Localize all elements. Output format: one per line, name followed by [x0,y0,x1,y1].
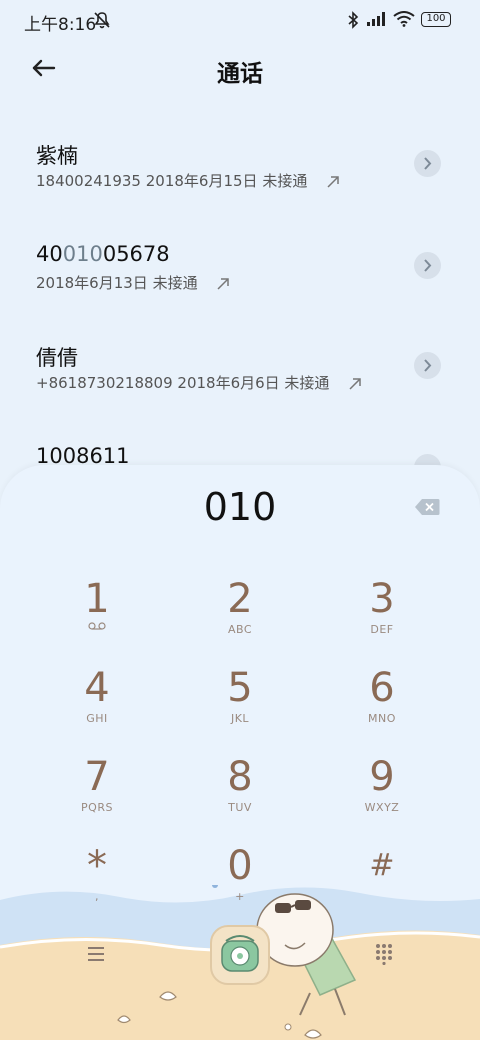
contact-name: 倩倩 [36,346,78,370]
dial-key-6[interactable]: 6 MNO [322,666,442,746]
chevron-right-icon [424,359,432,372]
dial-key-8[interactable]: 8 TUV [180,755,300,835]
outgoing-call-icon [217,277,230,290]
call-details: 18400241935 2018年6月15日 未接通 [36,172,308,190]
contact-name: 4001005678 [36,242,170,266]
call-list-item[interactable]: 倩倩 +8618730218809 2018年6月6日 未接通 [0,342,480,442]
detail-button[interactable] [414,252,441,279]
key-letters: JKL [230,712,250,725]
contact-name: 紫楠 [36,144,78,168]
key-letters: GHI [86,712,108,725]
battery-level: 100 [426,13,446,24]
key-digit: 7 [84,754,110,800]
key-letters: DEF [370,623,394,636]
status-time: 上午8:16 [24,15,97,35]
key-digit: * [87,843,107,889]
key-digit: 2 [227,576,253,622]
number-match-highlight: 010 [62,242,103,266]
signal-icon [367,12,385,26]
dial-key-star[interactable]: * , [37,844,157,924]
dial-key-3[interactable]: 3 DEF [322,577,442,657]
outgoing-call-icon [349,377,361,390]
dialpad-panel: 010 1 2 ABC 3 DEF 4 GHI 5 JKL 6 MNO 7 PQ… [0,465,480,1040]
key-letters: ABC [227,623,253,636]
key-digit: # [369,848,395,883]
detail-button[interactable] [414,150,441,177]
dial-key-hash[interactable]: # [322,844,442,924]
key-letters: , [95,890,99,903]
key-digit: 8 [227,754,253,800]
key-letters: WXYZ [364,801,400,814]
bluetooth-icon [348,11,359,29]
dial-key-0[interactable]: 0 + [180,844,300,924]
dialed-number: 010 [203,485,277,529]
voicemail-icon [88,622,106,630]
chevron-right-icon [424,259,432,272]
dial-key-7[interactable]: 7 PQRS [37,755,157,835]
dial-key-5[interactable]: 5 JKL [180,666,300,746]
outgoing-call-icon [327,175,339,188]
key-digit: 4 [84,665,110,711]
backspace-icon[interactable] [414,498,440,516]
chevron-right-icon [424,157,432,170]
key-letters: PQRS [81,801,113,814]
status-bar: 上午8:16 100 [0,0,480,40]
number-part: 05678 [102,242,170,266]
header: 通话 [0,40,480,96]
key-digit: 6 [369,665,395,711]
dial-key-2[interactable]: 2 ABC [180,577,300,657]
call-meta: 2018年6月13日 未接通 [36,272,230,293]
call-details: +8618730218809 2018年6月6日 未接通 [36,374,330,392]
key-digit: 5 [227,665,253,711]
dial-key-9[interactable]: 9 WXYZ [322,755,442,835]
key-letters: MNO [368,712,396,725]
keypad-icon[interactable] [374,943,394,965]
phone-dial-icon [221,935,259,972]
key-digit: 0 [227,843,253,889]
page-title: 通话 [217,61,263,87]
call-details: 2018年6月13日 未接通 [36,274,198,292]
key-digit: 9 [369,754,395,800]
mute-bell-icon [94,12,110,29]
call-list-item[interactable]: 4001005678 2018年6月13日 未接通 [0,242,480,342]
key-letters: + [235,890,245,903]
key-digit: 1 [84,576,110,622]
wifi-icon [393,11,415,27]
call-list-item[interactable]: 紫楠 18400241935 2018年6月15日 未接通 [0,140,480,240]
call-button[interactable] [210,925,270,985]
key-letters: TUV [228,801,252,814]
dial-key-1[interactable]: 1 [37,577,157,657]
call-meta: 18400241935 2018年6月15日 未接通 [36,170,340,191]
number-part: 40 [36,242,63,266]
key-digit: 3 [369,576,395,622]
menu-icon[interactable] [86,945,106,963]
call-meta: +8618730218809 2018年6月6日 未接通 [36,372,362,393]
battery-icon: 100 [421,12,451,27]
detail-button[interactable] [414,352,441,379]
dial-key-4[interactable]: 4 GHI [37,666,157,746]
